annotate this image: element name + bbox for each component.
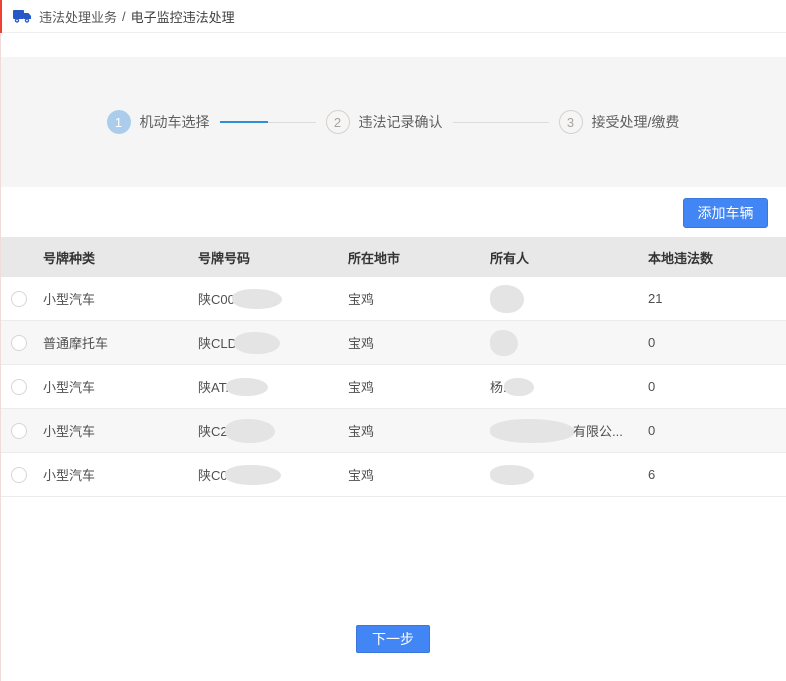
col-header-violation-count: 本地违法数 <box>648 248 786 267</box>
plate-number-cell: 陕CLD <box>198 332 348 354</box>
plate-number-cell: 陕C0 <box>198 465 348 485</box>
table-row: 小型汽车陕C2 宝鸡 有限公... 0 <box>0 409 786 453</box>
table-header-row: 号牌种类 号牌号码 所在地市 所有人 本地违法数 <box>0 237 786 277</box>
owner-cell: 杨. <box>490 377 648 396</box>
radio-cell <box>0 379 43 395</box>
plate-number-visible: 陕C00 <box>198 289 235 308</box>
owner-redaction <box>504 378 534 396</box>
city-cell: 宝鸡 <box>348 333 490 352</box>
step-2-violation-confirm: 2 违法记录确认 <box>326 110 443 134</box>
breadcrumb-section[interactable]: 违法处理业务 <box>39 7 117 26</box>
vehicle-select-radio[interactable] <box>11 379 27 395</box>
footer-actions: 下一步 <box>0 625 786 653</box>
spacer <box>0 33 786 57</box>
page: 违法处理业务 / 电子监控违法处理 1 机动车选择 2 违法记录确认 3 接受处… <box>0 0 786 681</box>
step-1-circle: 1 <box>107 110 131 134</box>
plate-number-cell: 陕AT. <box>198 377 348 396</box>
plate-type-cell: 小型汽车 <box>43 465 198 484</box>
step-connector-2 <box>453 122 549 123</box>
step-3-accept-pay: 3 接受处理/缴费 <box>559 110 680 134</box>
col-header-owner: 所有人 <box>490 248 648 267</box>
plate-number-redaction <box>225 465 281 485</box>
owner-cell: 有限公... <box>490 419 648 443</box>
step-2-circle: 2 <box>326 110 350 134</box>
city-cell: 宝鸡 <box>348 377 490 396</box>
step-1-label: 机动车选择 <box>140 112 210 132</box>
plate-number-visible: 陕C2 <box>198 421 228 440</box>
col-header-city: 所在地市 <box>348 248 490 267</box>
plate-number-cell: 陕C00 <box>198 289 348 309</box>
owner-redaction <box>490 419 575 443</box>
violation-count-cell: 21 <box>648 291 786 306</box>
radio-cell <box>0 335 43 351</box>
vehicle-select-radio[interactable] <box>11 335 27 351</box>
step-2-label: 违法记录确认 <box>359 112 443 132</box>
plate-type-cell: 小型汽车 <box>43 377 198 396</box>
violation-count-cell: 0 <box>648 379 786 394</box>
plate-number-redaction <box>232 289 282 309</box>
table-row: 普通摩托车陕CLD 宝鸡 0 <box>0 321 786 365</box>
plate-number-visible: 陕C0 <box>198 465 228 484</box>
left-accent-faint <box>0 33 1 681</box>
col-header-plate-type: 号牌种类 <box>43 248 198 267</box>
breadcrumb: 违法处理业务 / 电子监控违法处理 <box>0 0 786 33</box>
plate-type-cell: 小型汽车 <box>43 289 198 308</box>
plate-number-redaction <box>226 378 268 396</box>
toolbar: 添加车辆 <box>0 187 786 237</box>
plate-number-visible: 陕AT. <box>198 377 229 396</box>
plate-number-redaction <box>225 419 275 443</box>
truck-icon <box>13 9 32 23</box>
violation-count-cell: 0 <box>648 335 786 350</box>
owner-visible-suffix: 有限公... <box>573 421 623 440</box>
owner-redaction <box>490 330 518 356</box>
step-wizard: 1 机动车选择 2 违法记录确认 3 接受处理/缴费 <box>0 57 786 187</box>
plate-number-redaction <box>234 332 280 354</box>
owner-redaction <box>490 285 524 313</box>
city-cell: 宝鸡 <box>348 465 490 484</box>
owner-cell <box>490 465 648 485</box>
plate-number-visible: 陕CLD <box>198 333 237 352</box>
table-body: 小型汽车陕C00宝鸡21普通摩托车陕CLD宝鸡0小型汽车陕AT.宝鸡杨.0小型汽… <box>0 277 786 497</box>
owner-cell <box>490 330 648 356</box>
breadcrumb-separator: / <box>122 9 126 24</box>
col-header-plate-number: 号牌号码 <box>198 248 348 267</box>
step-1-vehicle-selection: 1 机动车选择 <box>107 110 210 134</box>
violation-count-cell: 0 <box>648 423 786 438</box>
radio-cell <box>0 291 43 307</box>
step-3-label: 接受处理/缴费 <box>592 112 680 132</box>
radio-cell <box>0 423 43 439</box>
vehicle-select-radio[interactable] <box>11 467 27 483</box>
owner-redaction <box>490 465 534 485</box>
table-row: 小型汽车陕C0 宝鸡 6 <box>0 453 786 497</box>
add-vehicle-button[interactable]: 添加车辆 <box>683 198 768 228</box>
violation-count-cell: 6 <box>648 467 786 482</box>
radio-cell <box>0 467 43 483</box>
table-row: 小型汽车陕C00 宝鸡 21 <box>0 277 786 321</box>
plate-type-cell: 普通摩托车 <box>43 333 198 352</box>
plate-number-cell: 陕C2 <box>198 419 348 443</box>
owner-cell <box>490 285 648 313</box>
vehicle-select-radio[interactable] <box>11 423 27 439</box>
step-3-circle: 3 <box>559 110 583 134</box>
vehicle-select-radio[interactable] <box>11 291 27 307</box>
breadcrumb-page: 电子监控违法处理 <box>131 7 235 26</box>
plate-type-cell: 小型汽车 <box>43 421 198 440</box>
next-step-button[interactable]: 下一步 <box>356 625 430 653</box>
table-row: 小型汽车陕AT. 宝鸡杨.0 <box>0 365 786 409</box>
step-connector-1 <box>220 121 316 123</box>
left-accent-red <box>0 0 2 33</box>
city-cell: 宝鸡 <box>348 289 490 308</box>
city-cell: 宝鸡 <box>348 421 490 440</box>
